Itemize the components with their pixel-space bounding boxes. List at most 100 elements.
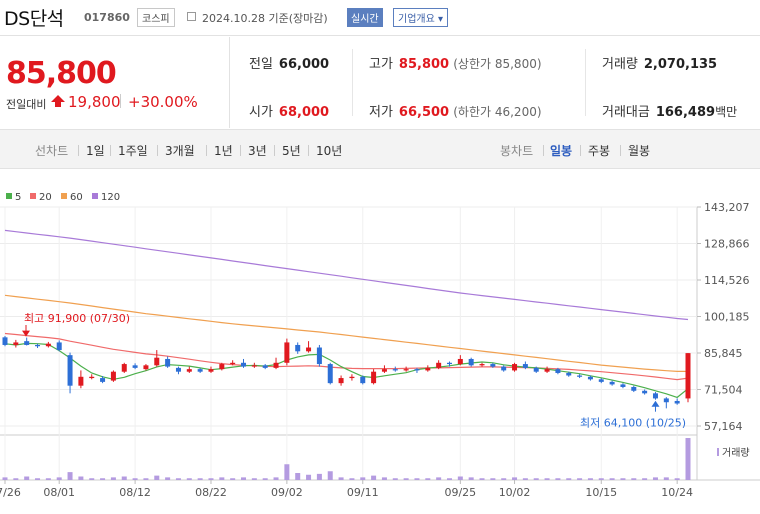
- range-3m[interactable]: 3개월: [165, 142, 195, 159]
- range-5y[interactable]: 5년: [282, 142, 301, 159]
- range-1y[interactable]: 1년: [214, 142, 233, 159]
- volume-bar: [143, 478, 149, 480]
- period-weekly[interactable]: 주봉: [588, 142, 610, 159]
- volume-bar: [2, 477, 8, 480]
- candle-body: [652, 393, 658, 399]
- amount-unit: 백만: [715, 105, 738, 119]
- candle-body: [186, 369, 192, 372]
- stat-high: 고가 85,800 (상한가 85,800): [369, 53, 542, 72]
- change-value: 19,800: [68, 93, 121, 111]
- volume-bar: [306, 474, 312, 480]
- price-chart[interactable]: 5 20 60 120 143,207 128,866 114,526 100,185 85,8…: [0, 170, 760, 510]
- period-monthly[interactable]: 월봉: [628, 142, 650, 159]
- market-badge: 코스피: [137, 8, 175, 27]
- candle-body: [360, 376, 366, 384]
- volume-bar: [392, 478, 398, 480]
- candle-body: [251, 365, 257, 367]
- volume-bar: [132, 478, 138, 480]
- volume-bar: [219, 477, 225, 480]
- ma20-line: [4, 332, 689, 381]
- x-tick-label: 09/11: [347, 486, 379, 499]
- stat-value: 166,489: [655, 105, 716, 120]
- candle-body: [316, 347, 322, 365]
- candle-body: [522, 364, 528, 368]
- divider: [585, 49, 586, 116]
- candle-body: [609, 381, 615, 385]
- candle-body: [425, 367, 431, 371]
- volume-bar: [273, 477, 279, 480]
- candle-body: [165, 358, 171, 367]
- volume-bar: [284, 464, 290, 480]
- x-tick-label: 09/25: [444, 486, 476, 499]
- stat-label: 전일: [249, 57, 273, 72]
- volume-bar: [674, 478, 680, 480]
- candle-body: [327, 364, 333, 384]
- chart-toolbar: 선차트 1일 1주일 3개월 1년 3년 5년 10년 봉차트 일봉 주봉 월봉: [0, 129, 760, 169]
- change-divider: [120, 94, 121, 108]
- legend-label: 120: [101, 192, 120, 203]
- volume-bar: [175, 478, 181, 480]
- candle-body: [490, 364, 496, 367]
- candle-body: [685, 353, 691, 399]
- stat-label: 시가: [249, 105, 273, 120]
- change-percent: +30.00%: [128, 93, 198, 111]
- x-tick-label: 10/24: [661, 486, 693, 499]
- range-3y[interactable]: 3년: [248, 142, 267, 159]
- divider: [308, 145, 309, 156]
- candle-body: [631, 386, 637, 391]
- range-1d[interactable]: 1일: [86, 142, 105, 159]
- candle-body: [295, 344, 301, 352]
- stat-prev: 전일 66,000: [249, 53, 329, 72]
- period-daily[interactable]: 일봉: [550, 142, 572, 159]
- stock-header: DS단석 017860 코스피 2024.10.28 기준(장마감) 실시간 기…: [0, 0, 760, 36]
- volume-bar: [13, 478, 19, 480]
- volume-bar: [349, 478, 355, 480]
- volume-bar: [631, 478, 637, 480]
- candle-body: [121, 364, 127, 372]
- y-tick-label: 100,185: [704, 311, 750, 324]
- volume-bar: [67, 472, 73, 480]
- divider: [240, 145, 241, 156]
- divider: [110, 145, 111, 156]
- stat-value: 66,000: [278, 57, 330, 72]
- candle-body: [13, 342, 19, 345]
- stat-value: 66,500: [398, 105, 450, 120]
- candle-body: [544, 369, 550, 372]
- volume-bar: [533, 478, 539, 480]
- line-chart-label[interactable]: 선차트: [35, 142, 68, 159]
- candle-chart-label[interactable]: 봉차트: [500, 142, 533, 159]
- quote-stats: 전일 66,000 시가 68,000 고가 85,800 (상한가 85,800) …: [231, 37, 760, 128]
- candle-body: [132, 365, 138, 368]
- legend-swatch: [61, 193, 67, 199]
- x-tick-label: 09/02: [271, 486, 303, 499]
- candle-body: [663, 398, 669, 403]
- volume-bar: [316, 473, 322, 480]
- legend-label: 20: [39, 192, 52, 203]
- volume-bar: [425, 478, 431, 480]
- candle-body: [2, 337, 8, 345]
- volume-bar: [501, 478, 507, 480]
- stat-low: 저가 66,500 (하한가 46,200): [369, 101, 542, 120]
- volume-bar: [78, 476, 84, 480]
- candle-body: [349, 376, 355, 379]
- volume-bar: [479, 478, 485, 480]
- current-price: 85,800: [6, 56, 117, 91]
- volume-bar: [45, 478, 51, 480]
- volume-bar: [577, 478, 583, 480]
- candle-body: [110, 371, 116, 381]
- volume-bar: [56, 477, 62, 480]
- range-1w[interactable]: 1주일: [118, 142, 148, 159]
- candle-body: [154, 357, 160, 366]
- calendar-icon: [187, 12, 196, 21]
- range-10y[interactable]: 10년: [316, 142, 342, 159]
- candle-body: [436, 362, 442, 368]
- up-arrow-icon: [51, 95, 65, 107]
- realtime-button[interactable]: 실시간: [347, 8, 383, 27]
- volume-bar: [685, 438, 691, 480]
- volume-bar: [522, 478, 528, 480]
- volume-bar: [663, 477, 669, 480]
- company-overview-button[interactable]: 기업개요 ▾: [393, 8, 449, 27]
- volume-bar: [327, 471, 333, 480]
- volume-bar: [490, 478, 496, 480]
- volume-bar: [110, 477, 116, 480]
